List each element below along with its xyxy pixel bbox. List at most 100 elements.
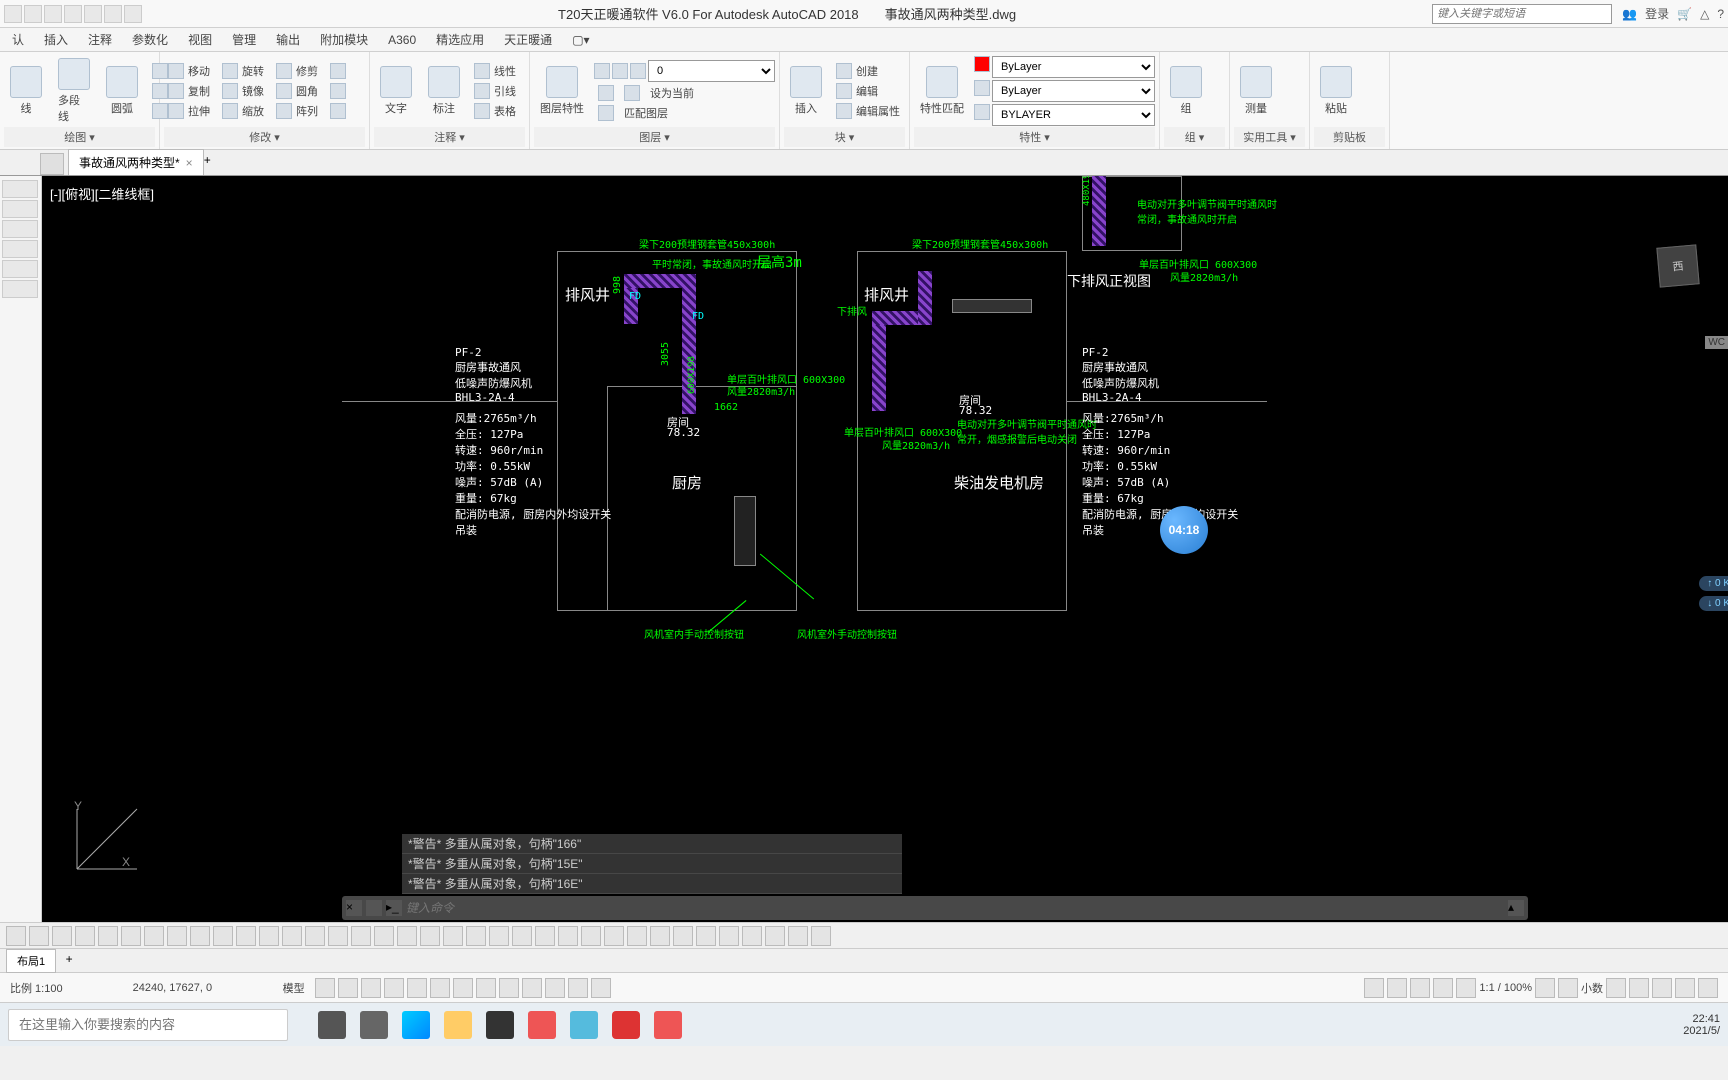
viewport-label[interactable]: [-][俯视][二维线框]	[50, 184, 154, 203]
new-tab-button[interactable]: +	[204, 153, 224, 175]
layer-props-button[interactable]: 图层特性	[534, 64, 590, 118]
fillet-button[interactable]: 圆角	[272, 82, 322, 100]
decimal-label[interactable]: 小数	[1581, 980, 1603, 996]
dim-button[interactable]: 标注	[422, 64, 466, 118]
arc-button[interactable]: 圆弧	[100, 64, 144, 118]
lock-icon[interactable]	[630, 63, 646, 79]
polar-toggle[interactable]	[384, 978, 404, 998]
aux-23[interactable]	[512, 926, 532, 946]
mod-extra-3[interactable]	[326, 102, 350, 120]
ltool-3[interactable]	[2, 220, 38, 238]
aux-21[interactable]	[466, 926, 486, 946]
dyn-toggle[interactable]	[476, 978, 496, 998]
layout-tab-1[interactable]: 布局1	[6, 949, 56, 973]
aux-19[interactable]	[420, 926, 440, 946]
aux-20[interactable]	[443, 926, 463, 946]
s-r3[interactable]	[1410, 978, 1430, 998]
trim-button[interactable]: 修剪	[272, 62, 322, 80]
array-button[interactable]: 阵列	[272, 102, 322, 120]
tab-tianzheng[interactable]: 天正暖通	[494, 28, 562, 51]
aux-3[interactable]	[52, 926, 72, 946]
aux-10[interactable]	[213, 926, 233, 946]
aux-4[interactable]	[75, 926, 95, 946]
s-r4[interactable]	[1433, 978, 1453, 998]
ltool-6[interactable]	[2, 280, 38, 298]
tab-parametric[interactable]: 参数化	[122, 28, 178, 51]
stretch-button[interactable]: 拉伸	[164, 102, 214, 120]
aux-2[interactable]	[29, 926, 49, 946]
store-icon[interactable]	[486, 1011, 514, 1039]
start-tab[interactable]	[40, 153, 64, 175]
linear-button[interactable]: 线性	[470, 62, 520, 80]
layer-select[interactable]: 0	[648, 60, 775, 82]
gizmo-toggle[interactable]	[545, 978, 565, 998]
s-r5[interactable]	[1456, 978, 1476, 998]
otrack-toggle[interactable]	[430, 978, 450, 998]
tab-a360[interactable]: A360	[378, 30, 426, 50]
insert-button[interactable]: 插入	[784, 64, 828, 118]
layout-add-button[interactable]: +	[60, 952, 78, 970]
ltool-1[interactable]	[2, 180, 38, 198]
aux-26[interactable]	[581, 926, 601, 946]
ann-toggle[interactable]	[591, 978, 611, 998]
ltool-5[interactable]	[2, 260, 38, 278]
zoom-label[interactable]: 1:1 / 100%	[1479, 982, 1532, 994]
qat-save-icon[interactable]	[44, 5, 62, 23]
s-r7[interactable]	[1558, 978, 1578, 998]
create-block-button[interactable]: 创建	[832, 62, 904, 80]
measure-button[interactable]: 测量	[1234, 64, 1278, 118]
match-layer-button[interactable]: 匹配图层	[620, 104, 672, 122]
iso-toggle[interactable]	[568, 978, 588, 998]
set-current-button[interactable]: 设为当前	[646, 84, 698, 102]
tab-addins[interactable]: 附加模块	[310, 28, 378, 51]
app-icon[interactable]: △	[1700, 7, 1709, 21]
login-button[interactable]: 登录	[1645, 5, 1669, 22]
bulb-icon[interactable]	[594, 63, 610, 79]
aux-31[interactable]	[696, 926, 716, 946]
edge-icon[interactable]	[402, 1011, 430, 1039]
ltool-2[interactable]	[2, 200, 38, 218]
wps-icon[interactable]	[654, 1011, 682, 1039]
table-button[interactable]: 表格	[470, 102, 520, 120]
s-r1[interactable]	[1364, 978, 1384, 998]
command-input[interactable]	[406, 901, 1504, 915]
lweight-icon[interactable]	[974, 80, 990, 96]
tab-manage[interactable]: 管理	[222, 28, 266, 51]
help-search-input[interactable]	[1432, 4, 1612, 24]
aux-17[interactable]	[374, 926, 394, 946]
layer-tool-1[interactable]	[594, 84, 618, 102]
grid-toggle[interactable]	[315, 978, 335, 998]
lwt-toggle[interactable]	[499, 978, 519, 998]
rotate-button[interactable]: 旋转	[218, 62, 268, 80]
cmd-config-icon[interactable]	[366, 900, 382, 916]
osnap-toggle[interactable]	[407, 978, 427, 998]
explorer-icon[interactable]	[444, 1011, 472, 1039]
windows-search-input[interactable]	[8, 1009, 288, 1041]
aux-34[interactable]	[765, 926, 785, 946]
model-button[interactable]: 模型	[283, 980, 305, 996]
cmd-close-icon[interactable]: ×	[346, 900, 362, 916]
tab-annotate[interactable]: 注释	[78, 28, 122, 51]
qat-saveas-icon[interactable]	[64, 5, 82, 23]
qat-undo-icon[interactable]	[104, 5, 122, 23]
layer-tool-2[interactable]	[620, 84, 644, 102]
aux-30[interactable]	[673, 926, 693, 946]
aux-24[interactable]	[535, 926, 555, 946]
s-r6[interactable]	[1535, 978, 1555, 998]
aux-36[interactable]	[811, 926, 831, 946]
tab-view[interactable]: 视图	[178, 28, 222, 51]
aux-33[interactable]	[742, 926, 762, 946]
aux-25[interactable]	[558, 926, 578, 946]
autocad-icon[interactable]	[612, 1011, 640, 1039]
app1-icon[interactable]	[528, 1011, 556, 1039]
tab-extra-icon[interactable]: ▢▾	[562, 30, 599, 50]
edit-block-button[interactable]: 编辑	[832, 82, 904, 100]
polyline-button[interactable]: 多段线	[52, 56, 96, 126]
paste-button[interactable]: 粘贴	[1314, 64, 1358, 118]
cmd-expand-icon[interactable]: ▴	[1508, 900, 1524, 916]
qat-print-icon[interactable]	[84, 5, 102, 23]
aux-13[interactable]	[282, 926, 302, 946]
color-icon[interactable]	[974, 56, 990, 72]
transp-toggle[interactable]	[522, 978, 542, 998]
tab-default[interactable]: 认	[2, 28, 34, 51]
